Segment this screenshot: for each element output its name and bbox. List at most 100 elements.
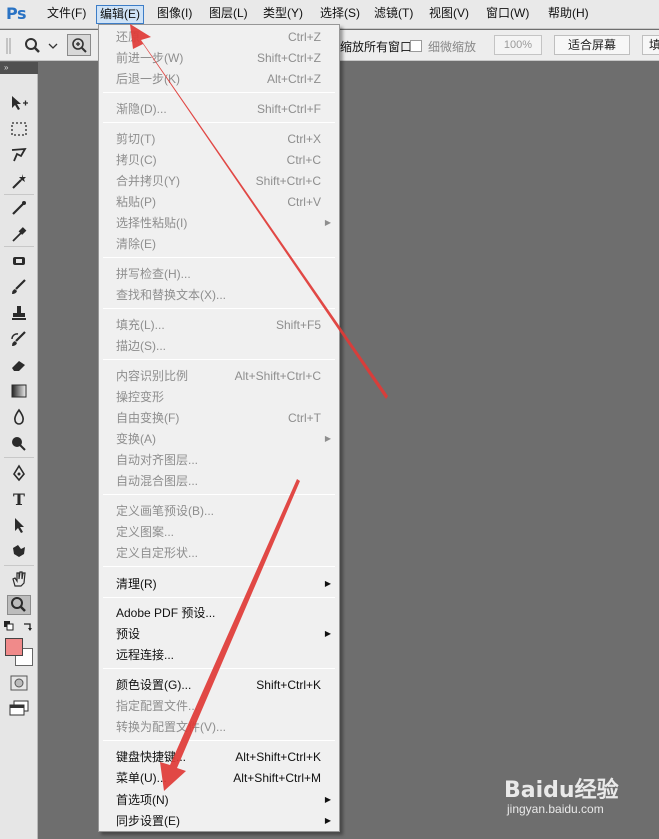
menu-item-fill[interactable]: 填充(L)... Shift+F5 bbox=[99, 315, 339, 335]
tool-divider bbox=[4, 457, 34, 458]
brush-tool-icon[interactable] bbox=[7, 277, 31, 297]
menu-item-step-forward[interactable]: 前进一步(W) Shift+Ctrl+Z bbox=[99, 48, 339, 68]
submenu-arrow-icon: ▶ bbox=[324, 579, 331, 588]
menu-item-sync-settings[interactable]: 同步设置(E) ▶ bbox=[99, 811, 339, 831]
submenu-arrow-icon: ▶ bbox=[324, 218, 331, 227]
menu-item-presets[interactable]: 预设 ▶ bbox=[99, 624, 339, 644]
menu-item-define-pattern[interactable]: 定义图案... bbox=[99, 522, 339, 542]
menu-window[interactable]: 窗口(W) bbox=[483, 5, 532, 24]
fit-screen-button[interactable]: 适合屏幕 bbox=[554, 35, 630, 55]
menu-item-fade[interactable]: 渐隐(D)... Shift+Ctrl+F bbox=[99, 99, 339, 119]
menu-item-assign-profile[interactable]: 指定配置文件... bbox=[99, 696, 339, 716]
submenu-arrow-icon: ▶ bbox=[324, 629, 331, 638]
menu-item-undo[interactable]: 还原 Ctrl+Z bbox=[99, 27, 339, 47]
history-brush-tool-icon[interactable] bbox=[7, 329, 31, 349]
healing-brush-tool-icon[interactable] bbox=[7, 251, 31, 271]
edit-menu-dropdown: 还原 Ctrl+Z 前进一步(W) Shift+Ctrl+Z 后退一步(K) Alt+… bbox=[98, 24, 340, 832]
menu-item-auto-blend-layers[interactable]: 自动混合图层... bbox=[99, 471, 339, 491]
menu-item-purge[interactable]: 清理(R) ▶ bbox=[99, 574, 339, 594]
menu-item-content-aware-scale[interactable]: 内容识别比例 Alt+Shift+Ctrl+C bbox=[99, 366, 339, 386]
menu-select[interactable]: 选择(S) bbox=[317, 5, 363, 24]
menu-item-menus[interactable]: 菜单(U)... Alt+Shift+Ctrl+M bbox=[99, 768, 339, 788]
menu-item-convert-to-profile[interactable]: 转换为配置文件(V)... bbox=[99, 717, 339, 737]
submenu-arrow-icon: ▶ bbox=[324, 434, 331, 443]
menu-item-define-brush-preset[interactable]: 定义画笔预设(B)... bbox=[99, 501, 339, 521]
zoom-tool-icon[interactable] bbox=[7, 595, 31, 615]
lasso-tool-icon[interactable] bbox=[7, 145, 31, 165]
menu-item-copy[interactable]: 拷贝(C) Ctrl+C bbox=[99, 150, 339, 170]
menu-item-cut[interactable]: 剪切(T) Ctrl+X bbox=[99, 129, 339, 149]
menu-item-check-spelling[interactable]: 拼写检查(H)... bbox=[99, 264, 339, 284]
blur-tool-icon[interactable] bbox=[7, 407, 31, 427]
menu-separator bbox=[103, 566, 335, 567]
menu-item-color-settings[interactable]: 颜色设置(G)... Shift+Ctrl+K bbox=[99, 675, 339, 695]
menu-item-puppet-warp[interactable]: 操控变形 bbox=[99, 387, 339, 407]
menu-item-remote-connections[interactable]: 远程连接... bbox=[99, 645, 339, 665]
dodge-tool-icon[interactable] bbox=[7, 433, 31, 453]
zoom-in-button[interactable] bbox=[67, 34, 91, 56]
menu-separator bbox=[103, 740, 335, 741]
screen-mode-icon[interactable] bbox=[9, 700, 31, 718]
zoom-in-icon bbox=[72, 38, 87, 53]
scrubby-zoom-checkbox[interactable] bbox=[410, 40, 422, 52]
baidu-logo: Baidu经验 bbox=[504, 778, 619, 803]
swap-colors-icon[interactable] bbox=[22, 620, 34, 632]
menu-item-preferences[interactable]: 首选项(N) ▶ bbox=[99, 790, 339, 810]
clone-stamp-tool-icon[interactable] bbox=[7, 303, 31, 323]
chevron-down-icon[interactable] bbox=[48, 42, 58, 50]
menu-separator bbox=[103, 257, 335, 258]
pen-tool-icon[interactable] bbox=[7, 463, 31, 483]
type-tool-icon[interactable]: T bbox=[7, 489, 31, 509]
menu-item-define-custom-shape[interactable]: 定义自定形状... bbox=[99, 543, 339, 563]
toolbar-grip-icon bbox=[6, 38, 11, 54]
eyedropper-tool-icon[interactable] bbox=[7, 224, 31, 244]
menu-filter[interactable]: 滤镜(T) bbox=[371, 5, 416, 24]
hand-tool-icon[interactable] bbox=[7, 569, 31, 589]
quick-mask-icon[interactable] bbox=[10, 675, 28, 691]
resize-all-windows-label[interactable]: 缩放所有窗口 bbox=[340, 38, 412, 55]
magic-wand-tool-icon[interactable] bbox=[7, 171, 31, 191]
crop-tool-icon[interactable] bbox=[7, 198, 31, 218]
tool-divider bbox=[4, 246, 34, 247]
default-colors-icon[interactable] bbox=[3, 620, 15, 632]
zoom-percent-field[interactable]: 100% bbox=[494, 35, 542, 55]
menu-item-copy-merged[interactable]: 合并拷贝(Y) Shift+Ctrl+C bbox=[99, 171, 339, 191]
submenu-arrow-icon: ▶ bbox=[324, 816, 331, 825]
menu-layer[interactable]: 图层(L) bbox=[206, 5, 251, 24]
foreground-color-swatch[interactable] bbox=[5, 638, 23, 656]
menu-item-auto-align-layers[interactable]: 自动对齐图层... bbox=[99, 450, 339, 470]
menu-item-step-backward[interactable]: 后退一步(K) Alt+Ctrl+Z bbox=[99, 69, 339, 89]
fill-screen-button[interactable]: 填 bbox=[642, 35, 659, 55]
menu-separator bbox=[103, 122, 335, 123]
tool-divider bbox=[4, 565, 34, 566]
menu-item-paste[interactable]: 粘贴(P) Ctrl+V bbox=[99, 192, 339, 212]
menu-separator bbox=[103, 92, 335, 93]
menu-item-find-replace-text[interactable]: 查找和替换文本(X)... bbox=[99, 285, 339, 305]
menu-item-transform[interactable]: 变换(A) ▶ bbox=[99, 429, 339, 449]
menu-image[interactable]: 图像(I) bbox=[154, 5, 195, 24]
menu-item-adobe-pdf-presets[interactable]: Adobe PDF 预设... bbox=[99, 603, 339, 623]
photoshop-logo: Ps bbox=[6, 4, 26, 23]
menu-view[interactable]: 视图(V) bbox=[426, 5, 472, 24]
marquee-tool-icon[interactable] bbox=[7, 119, 31, 139]
menu-item-clear[interactable]: 清除(E) bbox=[99, 234, 339, 254]
baidu-watermark: Baidu经验 jingyan.baidu.com bbox=[504, 772, 629, 822]
menu-file[interactable]: 文件(F) bbox=[44, 5, 89, 24]
menu-item-free-transform[interactable]: 自由变换(F) Ctrl+T bbox=[99, 408, 339, 428]
menu-separator bbox=[103, 597, 335, 598]
menu-separator bbox=[103, 308, 335, 309]
menu-help[interactable]: 帮助(H) bbox=[545, 5, 592, 24]
menu-edit[interactable]: 编辑(E) bbox=[96, 5, 144, 24]
gradient-tool-icon[interactable] bbox=[7, 381, 31, 401]
tools-panel-header[interactable]: » bbox=[0, 62, 38, 74]
eraser-tool-icon[interactable] bbox=[7, 355, 31, 375]
menu-type[interactable]: 类型(Y) bbox=[260, 5, 306, 24]
menu-item-keyboard-shortcuts[interactable]: 键盘快捷键... Alt+Shift+Ctrl+K bbox=[99, 747, 339, 767]
path-selection-tool-icon[interactable] bbox=[7, 515, 31, 535]
menu-item-paste-special[interactable]: 选择性粘贴(I) ▶ bbox=[99, 213, 339, 233]
shape-tool-icon[interactable] bbox=[7, 541, 31, 561]
menu-separator bbox=[103, 668, 335, 669]
zoom-preset-icon[interactable] bbox=[22, 36, 44, 56]
menu-item-stroke[interactable]: 描边(S)... bbox=[99, 336, 339, 356]
move-tool-icon[interactable] bbox=[7, 93, 31, 113]
